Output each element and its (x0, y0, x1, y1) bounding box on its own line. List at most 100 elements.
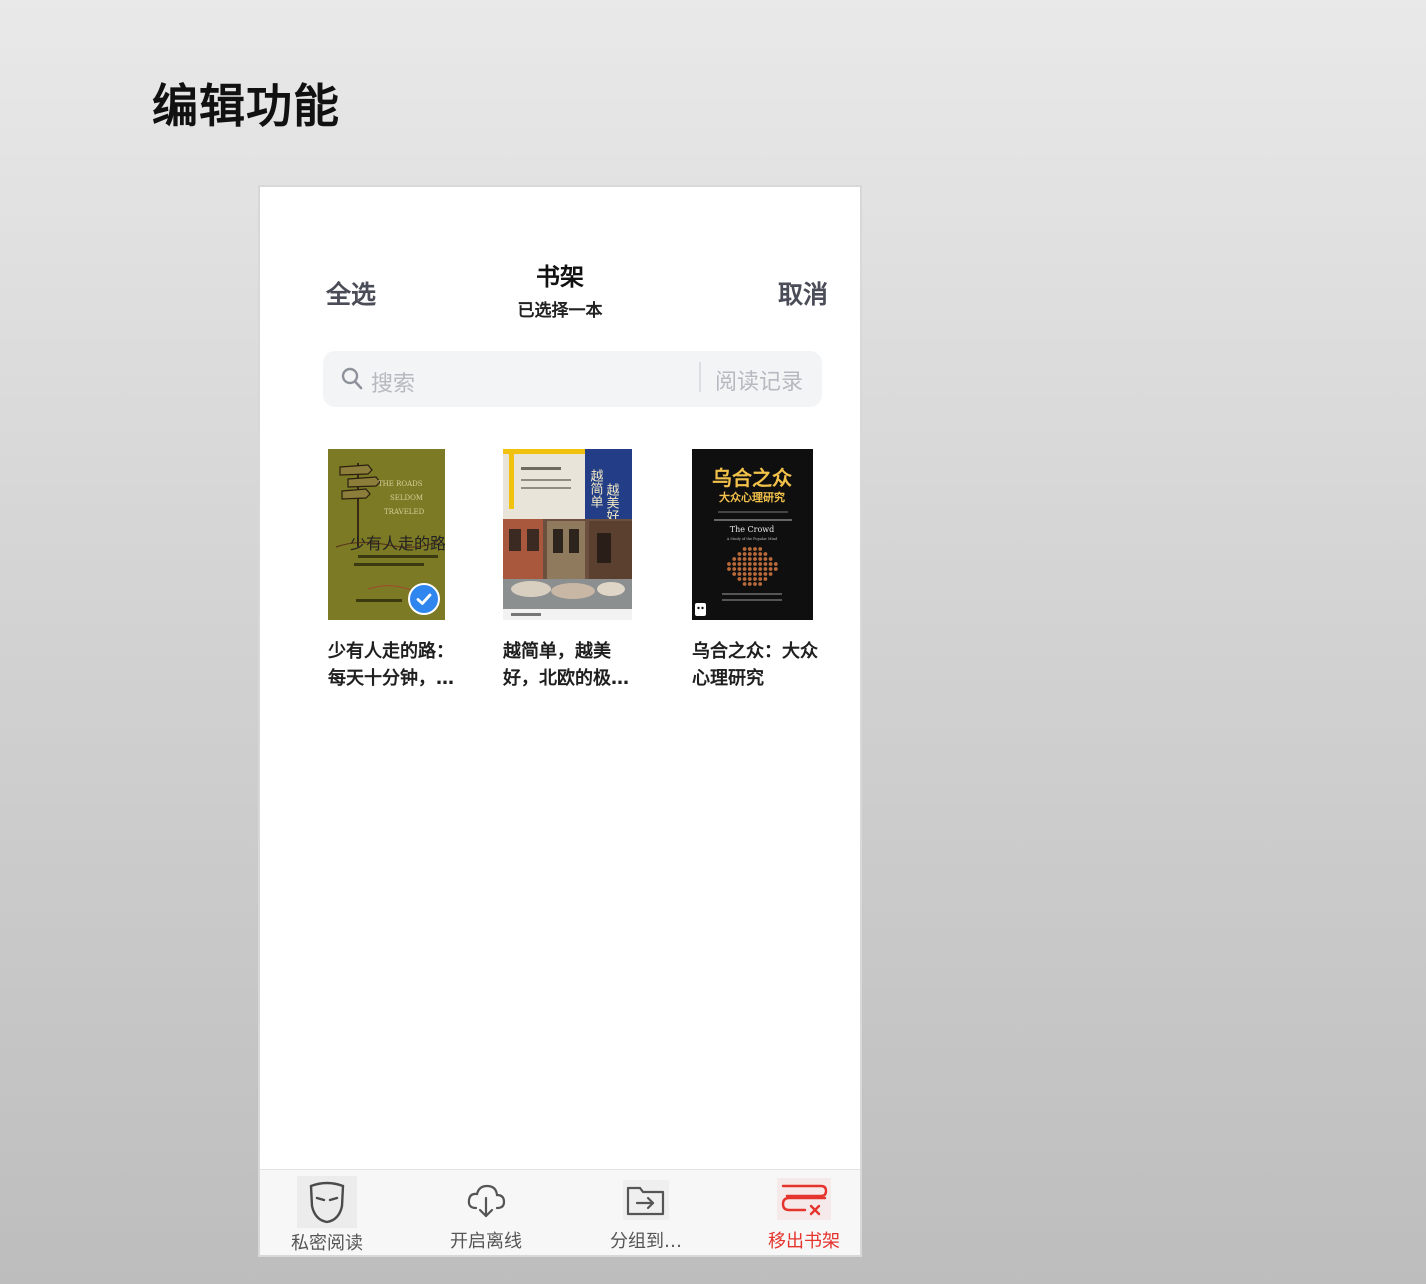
cover-dot (747, 572, 752, 576)
cover-dot (742, 552, 747, 556)
book-cover[interactable]: 越简单 越美好 (503, 449, 632, 620)
cover-dot (742, 547, 747, 551)
cover-dot (737, 552, 742, 556)
cover-dot (758, 562, 763, 566)
cover-dot (763, 562, 768, 566)
search-icon (341, 367, 363, 390)
cover-dot (747, 557, 752, 561)
cover-dot (742, 582, 747, 586)
cover-dot (747, 552, 752, 556)
selected-check-icon[interactable] (408, 583, 440, 615)
cover-dot (753, 572, 757, 576)
cover-dot (732, 562, 737, 566)
svg-text:越简单: 越简单 (588, 469, 604, 508)
cover-dot (747, 577, 752, 581)
cover-en-1: The Crowd (730, 525, 775, 534)
book-cover-art: 越简单 越美好 (503, 449, 632, 620)
cover-dot (747, 567, 752, 571)
book-title-line: 少有人走的路： (328, 641, 454, 662)
book-title: 少有人走的路： 每天十分钟，… (328, 638, 468, 692)
mask-icon (297, 1176, 357, 1228)
cover-dot (758, 582, 763, 586)
cover-dot (758, 567, 763, 571)
cover-dot (742, 557, 747, 561)
cover-dot (763, 552, 768, 556)
search-divider (699, 362, 701, 392)
cover-dot (768, 557, 773, 561)
cover-dot (737, 562, 742, 566)
cover-en-2: SELDOM (390, 494, 423, 502)
tab-label: 私密阅读 (291, 1233, 363, 1254)
cover-subtitle: 大众心理研究 (719, 490, 785, 504)
cover-dot (773, 562, 778, 566)
cover-en-3: TRAVELED (384, 508, 425, 516)
page-title: 书架 (536, 263, 584, 291)
cover-dot (763, 577, 768, 581)
selection-count: 已选择一本 (517, 301, 603, 321)
cloud-download-icon (467, 1184, 506, 1218)
cover-dot (758, 547, 763, 551)
cover-dot (737, 557, 742, 561)
cancel-button[interactable]: 取消 (778, 275, 828, 311)
tab-label: 移出书架 (768, 1231, 840, 1252)
remove-shelf-icon (777, 1178, 831, 1220)
cover-dot (758, 552, 763, 556)
phone-screen: 全选 书架 已选择一本 取消 搜索 阅读记录 THE ROADS SELDOM (258, 185, 862, 1257)
tab-group-to[interactable]: 分组到… (576, 1170, 716, 1256)
cover-dot (753, 567, 757, 571)
cover-dot (763, 572, 768, 576)
cover-dot (763, 557, 768, 561)
cover-dot (747, 582, 752, 586)
cover-dot (732, 572, 737, 576)
cover-dot (768, 572, 773, 576)
cover-dot (747, 547, 752, 551)
bottom-action-bar: 私密阅读 开启离线 分组到… 移出书架 (260, 1169, 860, 1255)
cover-dot (737, 572, 742, 576)
tab-label: 分组到… (610, 1231, 682, 1252)
cover-dot (753, 562, 757, 566)
cover-dot (768, 562, 773, 566)
cover-dot (753, 577, 757, 581)
cover-dot (737, 577, 742, 581)
cover-title: 少有人走的路 (350, 534, 445, 553)
cover-dot (758, 577, 763, 581)
cover-dot (753, 582, 757, 586)
cover-dot (758, 572, 763, 576)
book-title: 乌合之众：大众 心理研究 (692, 638, 832, 692)
cover-dot (763, 567, 768, 571)
cover-dot (753, 552, 757, 556)
folder-move-icon (623, 1180, 669, 1220)
book-title: 越简单，越美 好，北欧的极… (503, 638, 643, 692)
cover-dot (742, 577, 747, 581)
cover-dot (758, 557, 763, 561)
search-input[interactable]: 搜索 (371, 366, 415, 398)
search-bar[interactable]: 搜索 阅读记录 (323, 351, 822, 407)
header-title-block: 书架 已选择一本 (260, 257, 860, 321)
cover-en-1: THE ROADS (378, 480, 423, 488)
cover-dot (732, 567, 737, 571)
slide-title: 编辑功能 (152, 79, 340, 133)
cover-dot (753, 547, 757, 551)
cover-dot (727, 562, 731, 566)
cover-dot (742, 567, 747, 571)
cover-dot (727, 567, 731, 571)
cover-en-2: A Study of the Popular Mind (726, 537, 778, 541)
cover-dot (732, 557, 737, 561)
cover-dot (773, 567, 778, 571)
cover-dot (737, 567, 742, 571)
tab-remove-from-shelf[interactable]: 移出书架 (734, 1170, 874, 1256)
book-title-line: 好，北欧的极… (503, 668, 629, 689)
tab-offline[interactable]: 开启离线 (416, 1170, 556, 1256)
tab-label: 开启离线 (450, 1231, 522, 1252)
cover-dot (742, 562, 747, 566)
book-title-line: 越简单，越美 (503, 641, 611, 662)
book-title-line: 乌合之众：大众 (692, 641, 818, 662)
tab-private-reading[interactable]: 私密阅读 (257, 1170, 397, 1256)
book-title-line: 心理研究 (692, 668, 764, 689)
cover-dot (742, 572, 747, 576)
cover-dot (747, 562, 752, 566)
book-cover[interactable]: 乌合之众 大众心理研究 The Crowd A Study of the Pop… (692, 449, 813, 620)
reading-history-button[interactable]: 阅读记录 (715, 364, 803, 396)
svg-text:越美好: 越美好 (604, 483, 620, 522)
book-cover-art: 乌合之众 大众心理研究 The Crowd A Study of the Pop… (692, 449, 813, 620)
